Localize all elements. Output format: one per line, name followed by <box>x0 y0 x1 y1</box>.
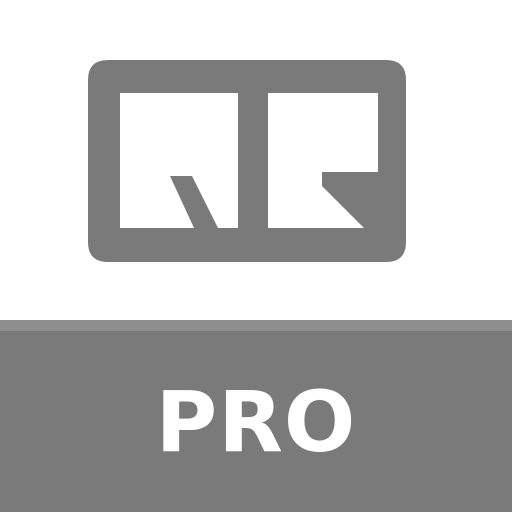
app-icon: PRO <box>0 0 512 512</box>
banner-stripe <box>0 320 512 331</box>
pro-label: PRO <box>155 372 357 471</box>
pro-banner: PRO <box>0 320 512 512</box>
qr-logo-icon <box>88 60 406 262</box>
